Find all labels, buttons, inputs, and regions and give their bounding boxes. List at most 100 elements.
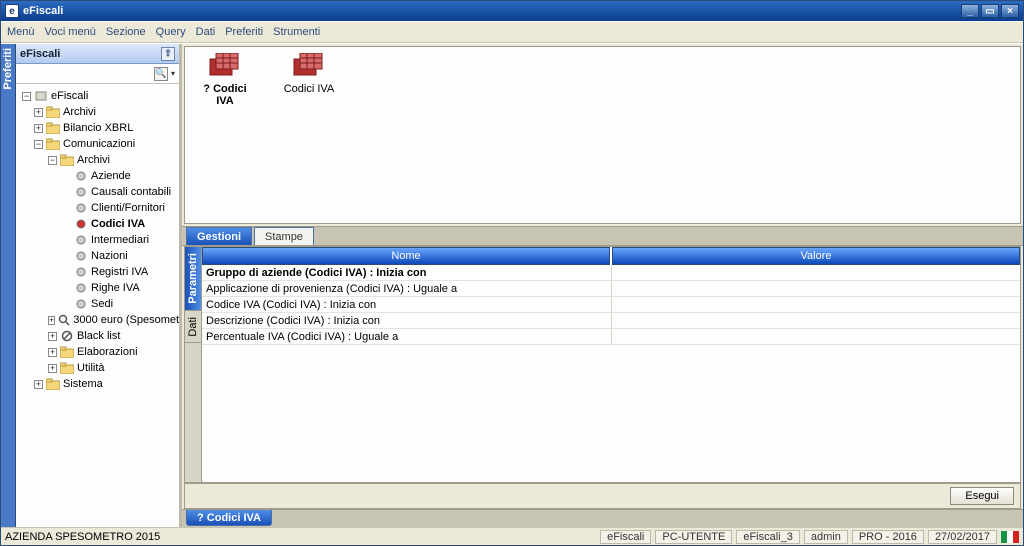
param-value-input[interactable] (616, 298, 1017, 312)
table-row[interactable]: Codice IVA (Codici IVA) : Inizia con (202, 297, 1020, 313)
tree-panel: eFiscali ⇧ 🔍 ▾ −eFiscali+Archivi+Bilanci… (16, 44, 182, 527)
sidetab-parametri[interactable]: Parametri (185, 247, 201, 311)
table-header: Nome Valore (202, 247, 1020, 265)
param-value-cell[interactable] (612, 313, 1021, 328)
side-tabs: Parametri Dati (185, 247, 202, 482)
tree-node[interactable]: +3000 euro (Spesometro) (18, 312, 177, 328)
pin-button[interactable]: ⇧ (161, 47, 175, 61)
execute-button[interactable]: Esegui (950, 487, 1014, 505)
window-buttons: _ ▭ × (961, 4, 1019, 18)
box-icon (34, 90, 48, 102)
tree-node[interactable]: + Sistema (18, 376, 177, 392)
param-value-input[interactable] (616, 266, 1017, 280)
tree-leaf[interactable]: Registri IVA (18, 264, 177, 280)
tab-gestioni[interactable]: Gestioni (186, 227, 252, 245)
bullet-icon (74, 266, 88, 278)
tree-node-root[interactable]: − eFiscali (18, 88, 177, 104)
menu-item[interactable]: Strumenti (273, 26, 320, 38)
param-value-input[interactable] (616, 330, 1017, 344)
tree-label: Bilancio XBRL (63, 122, 133, 134)
tree-twisty[interactable]: + (34, 380, 43, 389)
icon-label: ? Codici IVA (195, 83, 255, 107)
tree-twisty[interactable]: − (22, 92, 31, 101)
menu-item[interactable]: Preferiti (225, 26, 263, 38)
datatable-icon (208, 53, 242, 79)
tree-label: eFiscali (51, 90, 88, 102)
folder-icon (46, 138, 60, 150)
tree-node[interactable]: + Bilancio XBRL (18, 120, 177, 136)
bullet-icon (74, 218, 88, 230)
tree-leaf[interactable]: Aziende (18, 168, 177, 184)
minimize-button[interactable]: _ (961, 4, 979, 18)
tree-node[interactable]: +Elaborazioni (18, 344, 177, 360)
menu-item[interactable]: Query (156, 26, 186, 38)
tree-twisty[interactable]: + (48, 332, 57, 341)
tree-label: Black list (77, 330, 120, 342)
tree-label: Codici IVA (91, 218, 145, 230)
tree-leaf[interactable]: Clienti/Fornitori (18, 200, 177, 216)
tree-node[interactable]: −Comunicazioni (18, 136, 177, 152)
forbid-icon (60, 330, 74, 342)
col-valore[interactable]: Valore (612, 247, 1020, 265)
tab-stampe[interactable]: Stampe (254, 227, 314, 245)
favourites-rail[interactable]: Preferiti (1, 44, 16, 527)
tree-leaf[interactable]: Codici IVA (18, 216, 177, 232)
search-icon[interactable]: 🔍 (154, 67, 168, 81)
param-value-input[interactable] (616, 282, 1017, 296)
bottom-tab-codici-iva[interactable]: ? Codici IVA (186, 510, 272, 526)
table-row[interactable]: Percentuale IVA (Codici IVA) : Uguale a (202, 329, 1020, 345)
icon-codici-iva-query[interactable]: ? Codici IVA (195, 53, 255, 107)
tree-label: Intermediari (91, 234, 149, 246)
table-row[interactable]: Gruppo di aziende (Codici IVA) : Inizia … (202, 265, 1020, 281)
tree-leaf[interactable]: Nazioni (18, 248, 177, 264)
param-value-cell[interactable] (612, 329, 1021, 344)
parameters-area: Parametri Dati Nome Valore Gruppo di azi… (184, 246, 1021, 483)
param-value-cell[interactable] (612, 265, 1021, 280)
tree-label: Causali contabili (91, 186, 171, 198)
col-nome[interactable]: Nome (202, 247, 610, 265)
maximize-button[interactable]: ▭ (981, 4, 999, 18)
tree-leaf[interactable]: Sedi (18, 296, 177, 312)
close-button[interactable]: × (1001, 4, 1019, 18)
tree-node[interactable]: +Utilità (18, 360, 177, 376)
tree-leaf[interactable]: Intermediari (18, 232, 177, 248)
param-value-cell[interactable] (612, 297, 1021, 312)
table-body: Gruppo di aziende (Codici IVA) : Inizia … (202, 265, 1020, 482)
tree-twisty[interactable]: + (48, 316, 55, 325)
content-panel: ? Codici IVA Codici IVA Gestioni Stampe (182, 44, 1023, 527)
search-dropdown-icon[interactable]: ▾ (171, 69, 175, 78)
tree-node[interactable]: + Black list (18, 328, 177, 344)
tree-twisty[interactable]: + (34, 108, 43, 117)
tree-label: Registri IVA (91, 266, 148, 278)
window-title: eFiscali (23, 5, 961, 17)
bullet-icon (74, 250, 88, 262)
param-value-input[interactable] (616, 314, 1017, 328)
tree-twisty[interactable]: + (48, 348, 57, 357)
tree-twisty[interactable]: + (48, 364, 57, 373)
tree-twisty[interactable]: − (34, 140, 43, 149)
sidetab-dati[interactable]: Dati (185, 311, 201, 344)
menu-item[interactable]: Dati (196, 26, 216, 38)
menu-item[interactable]: Voci menù (45, 26, 96, 38)
param-value-cell[interactable] (612, 281, 1021, 296)
sidetab-label: Dati (187, 317, 199, 337)
menu-item[interactable]: Sezione (106, 26, 146, 38)
status-cell: admin (804, 530, 848, 544)
tree-label: Sistema (63, 378, 103, 390)
bottom-tab-bar: ? Codici IVA (182, 509, 1023, 527)
table-row[interactable]: Applicazione di provenienza (Codici IVA)… (202, 281, 1020, 297)
tree-leaf[interactable]: Causali contabili (18, 184, 177, 200)
tree-leaf[interactable]: Righe IVA (18, 280, 177, 296)
tree-twisty[interactable]: + (34, 124, 43, 133)
icon-codici-iva[interactable]: Codici IVA (279, 53, 339, 95)
tree-twisty[interactable]: − (48, 156, 57, 165)
icon-area: ? Codici IVA Codici IVA (184, 46, 1021, 224)
status-bar: AZIENDA SPESOMETRO 2015 eFiscali PC-UTEN… (1, 527, 1023, 545)
menu-bar: Menù Voci menù Sezione Query Dati Prefer… (1, 21, 1023, 43)
tree-node[interactable]: −Archivi (18, 152, 177, 168)
tree[interactable]: −eFiscali+Archivi+Bilancio XBRL−Comunica… (16, 84, 179, 527)
tree-node[interactable]: +Archivi (18, 104, 177, 120)
tree-panel-title: eFiscali (20, 48, 60, 60)
table-row[interactable]: Descrizione (Codici IVA) : Inizia con (202, 313, 1020, 329)
menu-item[interactable]: Menù (7, 26, 35, 38)
